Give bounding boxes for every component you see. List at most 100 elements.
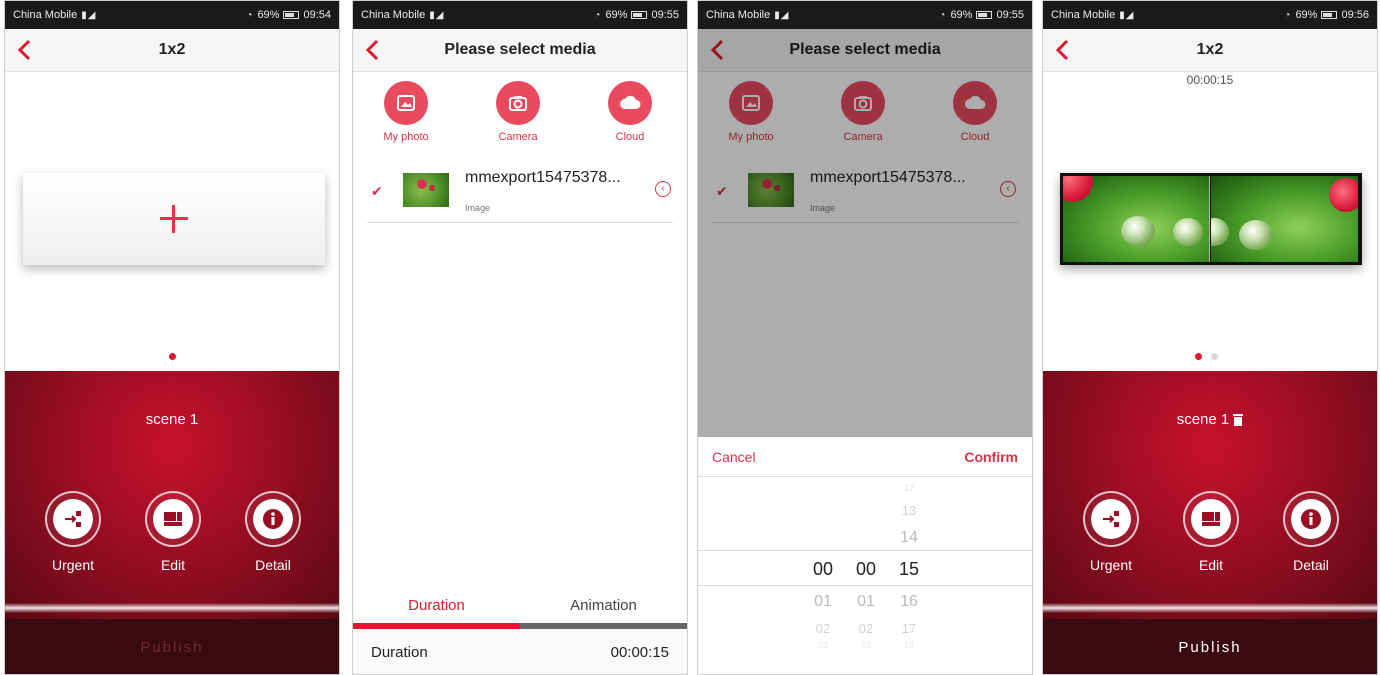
detail-label: Detail <box>255 557 291 573</box>
edit-button[interactable]: Edit <box>133 491 213 573</box>
cloud-button[interactable]: Cloud <box>595 81 665 143</box>
picker-header: Cancel Confirm <box>698 437 1032 477</box>
seconds-option: 16 <box>900 593 918 610</box>
my-photo-button[interactable]: My photo <box>371 81 441 143</box>
signal-icon: ▮◢ <box>774 9 790 21</box>
duration-label: Duration <box>371 644 428 661</box>
confirm-button[interactable]: Confirm <box>964 449 1018 465</box>
layout-edit-icon <box>1202 512 1220 526</box>
alarm-icon: ◔ <box>246 9 254 21</box>
preview-pane-right <box>1211 176 1358 262</box>
detail-label: Detail <box>1293 557 1329 573</box>
signal-icon: ▮◢ <box>1119 9 1135 21</box>
scene-label: scene 1 <box>145 411 199 428</box>
status-bar: China Mobile ▮◢ ◔ 69% 09:55 <box>698 1 1032 29</box>
panel-divider-glow <box>5 603 339 613</box>
page-title: 1x2 <box>158 41 186 58</box>
alarm-icon: ◔ <box>594 9 602 21</box>
chevron-left-icon <box>365 39 379 61</box>
battery-percent: 69% <box>605 9 628 21</box>
battery-icon <box>631 11 648 19</box>
plus-icon <box>160 205 188 233</box>
screen-layout-1x2-filled: China Mobile ▮◢ ◔ 69% 09:56 1x2 00:00:15 sc… <box>1042 0 1378 675</box>
minutes-option: 03 <box>860 640 871 650</box>
modal-dim-overlay[interactable] <box>698 29 1032 437</box>
page-indicator-dot-active <box>169 353 176 360</box>
publish-button[interactable]: Publish <box>5 619 339 674</box>
duration-setting-row[interactable]: Duration 00:00:15 <box>353 629 687 674</box>
back-button[interactable] <box>359 37 385 63</box>
status-bar: China Mobile ▮◢ ◔ 69% 09:55 <box>353 1 687 29</box>
back-button[interactable] <box>1049 37 1075 63</box>
back-button[interactable] <box>11 37 37 63</box>
media-filename: mmexport15475378... <box>465 169 621 186</box>
edit-button[interactable]: Edit <box>1171 491 1251 573</box>
media-list-item[interactable]: ✔ mmexport15475378... Image ‹ <box>367 163 673 223</box>
urgent-icon <box>1103 511 1119 527</box>
clock: 09:55 <box>996 9 1024 21</box>
screen-duration-picker: China Mobile ▮◢ ◔ 69% 09:55 Please select m… <box>697 0 1033 675</box>
layout-edit-icon <box>164 512 182 526</box>
camera-button[interactable]: Camera <box>483 81 553 143</box>
nav-header: 1x2 <box>5 29 339 72</box>
carrier-name: China Mobile <box>13 9 78 21</box>
detail-button[interactable]: Detail <box>1271 491 1351 573</box>
scene-label-row: scene 1 <box>1043 411 1377 428</box>
carrier-name: China Mobile <box>706 9 771 21</box>
urgent-label: Urgent <box>1089 557 1133 573</box>
scene-timecode: 00:00:15 <box>1186 73 1234 87</box>
info-icon <box>263 509 283 529</box>
scene-control-panel: scene 1 Urgent Edit Detail <box>5 371 339 619</box>
page-title: 1x2 <box>1196 41 1224 58</box>
publish-button[interactable]: Publish <box>1043 619 1377 674</box>
battery-icon <box>1321 11 1338 19</box>
chevron-left-icon <box>17 39 31 61</box>
screen-layout-1x2-empty: China Mobile ▮◢ ◔ 69% 09:54 1x2 scene 1 Urg… <box>4 0 340 675</box>
my-photo-label: My photo <box>383 131 429 143</box>
hours-option: 02 <box>815 621 831 636</box>
carrier-name: China Mobile <box>1051 9 1116 21</box>
battery-percent: 69% <box>950 9 973 21</box>
signal-icon: ▮◢ <box>429 9 445 21</box>
scene-label: scene 1 <box>1176 411 1230 428</box>
battery-icon <box>976 11 993 19</box>
camera-label: Camera <box>498 131 538 143</box>
hours-wheel[interactable]: 00 01 02 03 <box>803 477 843 674</box>
hours-option: 01 <box>814 593 832 610</box>
collapse-chevron-icon[interactable]: ‹ <box>655 181 671 197</box>
status-bar: China Mobile ▮◢ ◔ 69% 09:54 <box>5 1 339 29</box>
seconds-selected: 15 <box>898 559 920 579</box>
minutes-option: 02 <box>858 621 874 636</box>
page-indicator-dot-active[interactable] <box>1195 353 1202 360</box>
minutes-wheel[interactable]: 00 01 02 03 <box>846 477 886 674</box>
cloud-icon <box>620 95 641 109</box>
alarm-icon: ◔ <box>1284 9 1292 21</box>
edit-label: Edit <box>160 557 186 573</box>
scene-control-panel: scene 1 Urgent Edit Detail <box>1043 371 1377 619</box>
clock: 09:55 <box>651 9 679 21</box>
photo-icon <box>397 95 415 111</box>
clock: 09:56 <box>1341 9 1369 21</box>
chevron-left-icon <box>1055 39 1069 61</box>
seconds-option: 13 <box>901 503 917 518</box>
page-indicator-dot[interactable] <box>1211 353 1218 360</box>
nav-header: 1x2 <box>1043 29 1377 72</box>
info-icon <box>1301 509 1321 529</box>
nav-header: Please select media <box>353 29 687 72</box>
hours-option: 03 <box>817 640 828 650</box>
battery-icon <box>283 11 300 19</box>
duration-value: 00:00:15 <box>610 644 669 661</box>
battery-percent: 69% <box>257 9 280 21</box>
urgent-button[interactable]: Urgent <box>1071 491 1151 573</box>
detail-button[interactable]: Detail <box>233 491 313 573</box>
seconds-option: 12 <box>903 483 914 493</box>
minutes-option: 01 <box>857 593 875 610</box>
trash-icon[interactable] <box>1233 413 1244 426</box>
cancel-button[interactable]: Cancel <box>712 449 756 465</box>
add-media-card[interactable] <box>23 173 325 265</box>
seconds-option: 17 <box>901 621 917 636</box>
urgent-button[interactable]: Urgent <box>33 491 113 573</box>
hours-selected: 00 <box>812 559 834 579</box>
seconds-wheel[interactable]: 12 13 14 15 16 17 18 <box>889 477 929 674</box>
scene-preview[interactable] <box>1060 173 1362 265</box>
